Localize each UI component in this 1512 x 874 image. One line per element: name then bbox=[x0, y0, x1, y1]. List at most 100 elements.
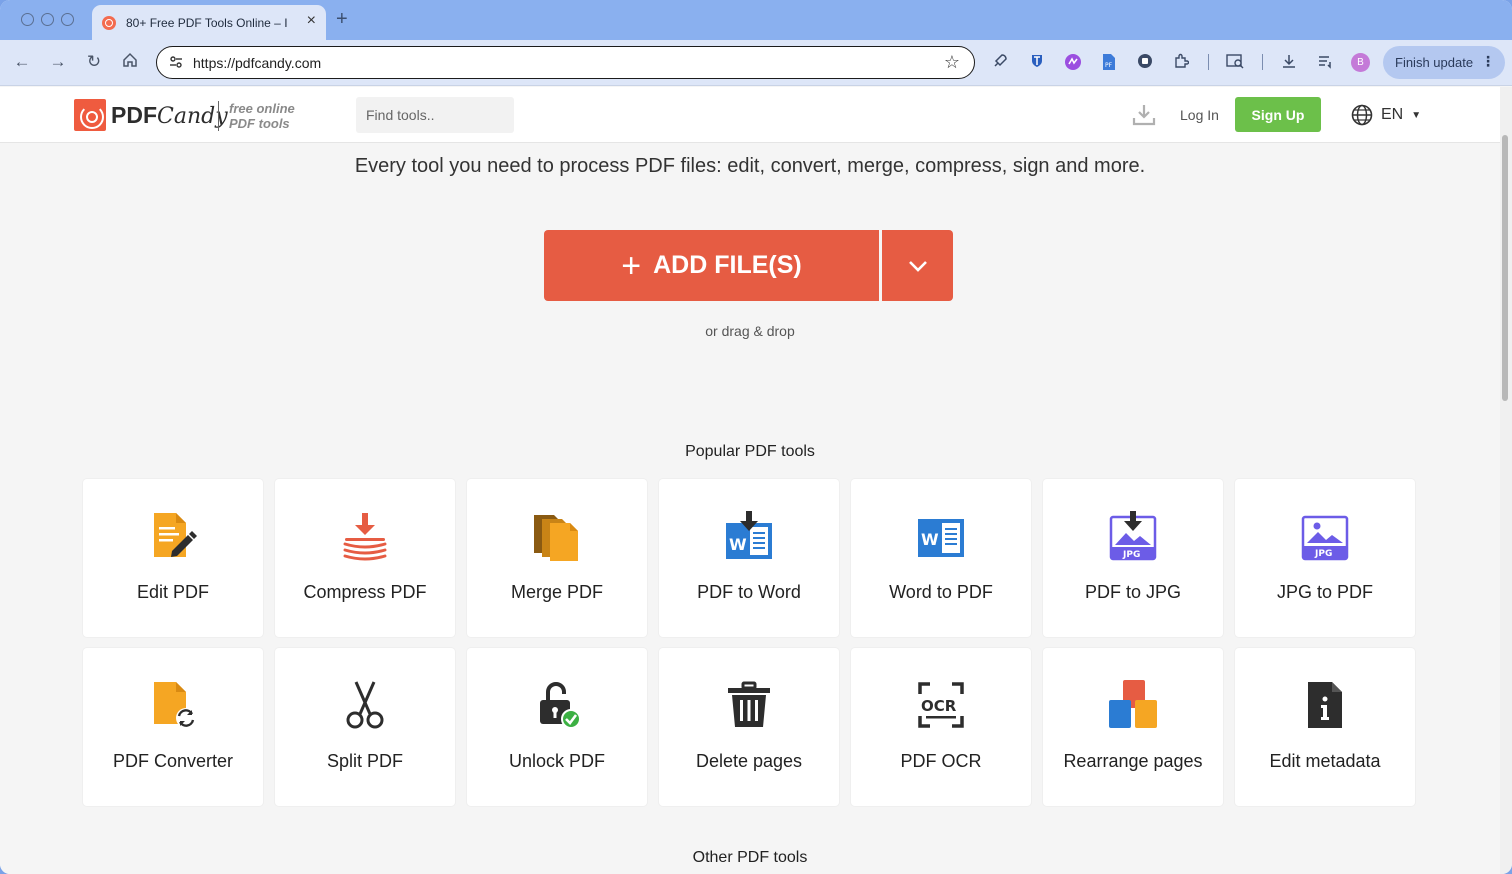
tool-label: PDF Converter bbox=[112, 751, 234, 771]
language-code: EN bbox=[1381, 106, 1404, 123]
tab-search-icon[interactable] bbox=[1226, 53, 1244, 71]
logo-divider bbox=[218, 101, 219, 131]
browser-window: 80+ Free PDF Tools Online – I × + ← → ↻ … bbox=[0, 0, 1512, 874]
pdfcandy-logo-icon[interactable] bbox=[74, 99, 106, 131]
metadata-icon bbox=[1308, 682, 1342, 728]
edit-pdf-icon bbox=[154, 513, 197, 557]
tool-label: Edit metadata bbox=[1269, 751, 1381, 771]
svg-text:OCR: OCR bbox=[921, 697, 957, 715]
globe-icon bbox=[1351, 104, 1373, 126]
tool-card-pdf-ocr[interactable]: OCR PDF OCR bbox=[851, 648, 1031, 806]
forward-icon[interactable]: → bbox=[47, 52, 69, 72]
puzzle-extensions-icon[interactable] bbox=[1172, 53, 1190, 71]
record-extension-icon[interactable] bbox=[1136, 53, 1154, 71]
tab-title: 80+ Free PDF Tools Online – I bbox=[126, 15, 288, 30]
tool-label: PDF to JPG bbox=[1084, 582, 1182, 602]
tool-card-delete-pages[interactable]: Delete pages bbox=[659, 648, 839, 806]
site-tagline: free online PDF tools bbox=[229, 101, 295, 131]
signup-button[interactable]: Sign Up bbox=[1235, 97, 1321, 132]
login-link[interactable]: Log In bbox=[1180, 107, 1219, 123]
download-app-icon[interactable] bbox=[1132, 104, 1156, 126]
converter-icon bbox=[154, 682, 196, 728]
tool-card-word-to-pdf[interactable]: W Word to PDF bbox=[851, 479, 1031, 637]
toolbar-separator bbox=[1208, 54, 1209, 70]
tool-label: Merge PDF bbox=[510, 582, 604, 602]
site-header: PDFCandy free online PDF tools Log In Si… bbox=[0, 87, 1500, 143]
tool-card-pdf-to-word[interactable]: W PDF to Word bbox=[659, 479, 839, 637]
pdf-to-jpg-icon: JPG bbox=[1109, 511, 1157, 561]
bookmark-star-icon[interactable]: ☆ bbox=[944, 52, 960, 73]
close-tab-icon[interactable]: × bbox=[307, 12, 316, 30]
pdf-extension-icon[interactable]: PF bbox=[1100, 53, 1118, 71]
tool-card-merge-pdf[interactable]: Merge PDF bbox=[467, 479, 647, 637]
tool-card-rearrange-pages[interactable]: Rearrange pages bbox=[1043, 648, 1223, 806]
scrollbar-thumb[interactable] bbox=[1502, 135, 1508, 401]
other-tools-title: Other PDF tools bbox=[692, 849, 808, 866]
tool-label: Compress PDF bbox=[303, 582, 427, 602]
tool-label: Word to PDF bbox=[889, 582, 993, 602]
svg-text:PF: PF bbox=[1105, 62, 1113, 69]
ocr-icon: OCR bbox=[918, 682, 964, 728]
tool-label: Unlock PDF bbox=[508, 751, 606, 771]
finish-update-label: Finish update bbox=[1395, 55, 1474, 70]
reading-list-icon[interactable] bbox=[1316, 53, 1334, 71]
caret-down-icon: ▼ bbox=[1411, 109, 1422, 121]
drag-drop-hint: or drag & drop bbox=[705, 323, 795, 339]
tool-card-pdf-to-jpg[interactable]: JPG PDF to JPG bbox=[1043, 479, 1223, 637]
trash-icon bbox=[728, 681, 770, 727]
bitwarden-extension-icon[interactable] bbox=[1028, 53, 1046, 71]
tagline-line1: free online bbox=[229, 101, 295, 116]
tool-label: Edit PDF bbox=[136, 582, 210, 602]
tool-card-unlock-pdf[interactable]: Unlock PDF bbox=[467, 648, 647, 806]
minimize-window-button[interactable] bbox=[41, 13, 54, 26]
svg-text:W: W bbox=[729, 535, 747, 554]
browser-tab[interactable]: 80+ Free PDF Tools Online – I × bbox=[92, 5, 326, 40]
svg-text:JPG: JPG bbox=[1314, 549, 1332, 559]
compress-icon bbox=[343, 513, 387, 561]
tool-label: Rearrange pages bbox=[1063, 751, 1203, 771]
reload-icon[interactable]: ↻ bbox=[83, 52, 105, 72]
tool-card-edit-metadata[interactable]: Edit metadata bbox=[1235, 648, 1415, 806]
tool-card-split-pdf[interactable]: Split PDF bbox=[275, 648, 455, 806]
tagline-line2: PDF tools bbox=[229, 116, 290, 131]
more-menu-icon[interactable]: ⋮ bbox=[1481, 53, 1495, 70]
site-logo[interactable]: PDFCandy bbox=[111, 102, 228, 129]
new-tab-button[interactable]: + bbox=[336, 8, 348, 31]
finish-update-button[interactable]: Finish update ⋮ bbox=[1383, 46, 1505, 79]
tab-strip: 80+ Free PDF Tools Online – I × + bbox=[0, 0, 1512, 40]
tool-label: Delete pages bbox=[695, 751, 803, 771]
scissors-icon bbox=[346, 681, 384, 729]
downloads-icon[interactable] bbox=[1280, 53, 1298, 71]
rocket-extension-icon[interactable] bbox=[991, 53, 1009, 71]
logo-pdf-text: PDF bbox=[111, 102, 157, 128]
add-files-button[interactable]: + ADD FILE(S) bbox=[544, 230, 879, 301]
browser-toolbar: ← → ↻ https://pdfcandy.com ☆ PF bbox=[0, 40, 1512, 86]
tool-label: Split PDF bbox=[326, 751, 404, 771]
back-icon[interactable]: ← bbox=[11, 52, 33, 72]
profile-avatar[interactable]: B bbox=[1351, 53, 1370, 72]
rearrange-icon bbox=[1109, 680, 1157, 728]
address-bar[interactable]: https://pdfcandy.com ☆ bbox=[156, 46, 975, 79]
find-tools-input[interactable] bbox=[356, 97, 514, 133]
magic-extension-icon[interactable] bbox=[1064, 53, 1082, 71]
page-content: PDFCandy free online PDF tools Log In Si… bbox=[0, 87, 1500, 874]
tool-label: PDF to Word bbox=[697, 582, 801, 602]
home-icon[interactable] bbox=[119, 52, 141, 73]
language-selector[interactable]: EN ▼ bbox=[1351, 104, 1421, 126]
add-files-dropdown-button[interactable] bbox=[882, 230, 953, 301]
tool-card-edit-pdf[interactable]: Edit PDF bbox=[83, 479, 263, 637]
chevron-down-icon bbox=[908, 260, 927, 272]
unlock-icon bbox=[540, 682, 581, 729]
jpg-icon: JPG bbox=[1301, 515, 1349, 561]
zoom-window-button[interactable] bbox=[61, 13, 74, 26]
tool-card-jpg-to-pdf[interactable]: JPG JPG to PDF bbox=[1235, 479, 1415, 637]
add-files-label: ADD FILE(S) bbox=[653, 251, 802, 279]
close-window-button[interactable] bbox=[21, 13, 34, 26]
svg-text:W: W bbox=[921, 530, 939, 549]
tool-card-pdf-converter[interactable]: PDF Converter bbox=[83, 648, 263, 806]
tool-label: JPG to PDF bbox=[1276, 582, 1374, 602]
tool-card-compress-pdf[interactable]: Compress PDF bbox=[275, 479, 455, 637]
word-icon: W bbox=[918, 519, 964, 557]
site-settings-icon[interactable] bbox=[167, 54, 185, 72]
popular-tools-title: Popular PDF tools bbox=[685, 443, 815, 460]
